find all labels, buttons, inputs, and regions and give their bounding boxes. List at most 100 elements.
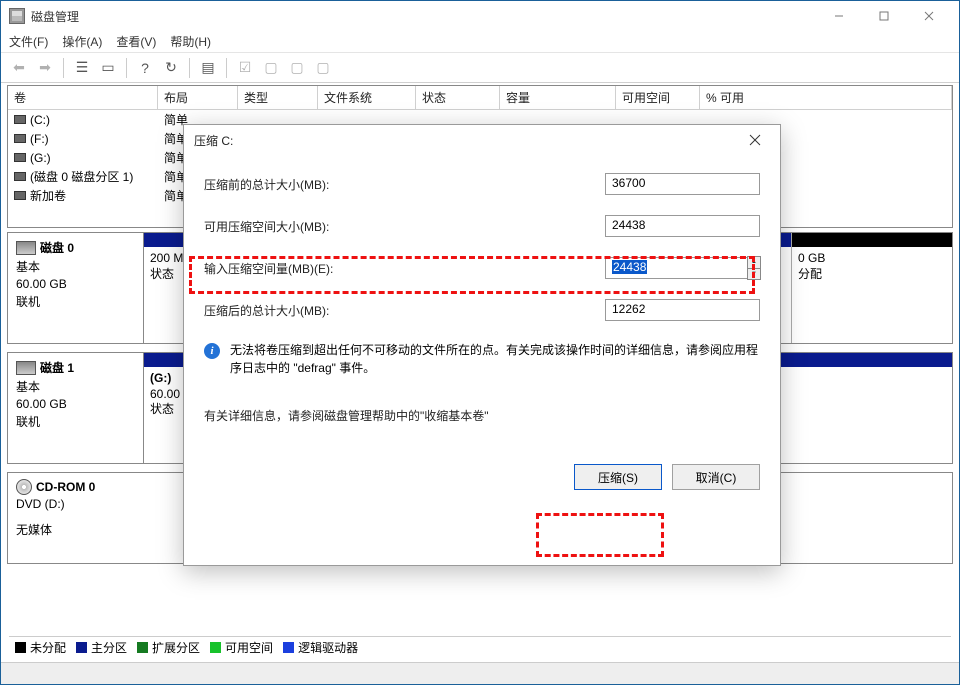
menu-help[interactable]: 帮助(H) [170,33,211,50]
volume-name: (磁盘 0 磁盘分区 1) [30,168,133,185]
volume-icon [14,115,26,124]
refresh-icon[interactable]: ↻ [161,58,181,78]
col-status[interactable]: 状态 [416,86,500,110]
help-text: 有关详细信息，请参阅磁盘管理帮助中的"收缩基本卷" [204,407,760,424]
swatch-logical [283,642,294,653]
disk-info: CD-ROM 0 DVD (D:) 无媒体 [8,473,144,563]
volume-name: (C:) [30,113,50,127]
shrink-dialog: 压缩 C: 压缩前的总计大小(MB): 36700 可用压缩空间大小(MB): … [183,124,781,566]
shrink-amount-value: 24438 [612,260,647,274]
after-size-label: 压缩后的总计大小(MB): [204,302,605,319]
partition-unallocated[interactable]: 0 GB分配 [792,233,952,343]
volume-name: (G:) [30,151,51,165]
disk-title: 磁盘 1 [40,359,74,376]
tool-icon[interactable]: ▢ [287,58,307,78]
volume-icon [14,134,26,143]
swatch-unallocated [15,642,26,653]
back-icon[interactable]: ⬅ [9,58,29,78]
status-bar [1,662,959,684]
volume-name: (F:) [30,132,49,146]
separator [226,58,227,78]
view-bottom-icon[interactable]: ▭ [98,58,118,78]
disk-icon [16,241,36,255]
disk-state: 无媒体 [16,521,136,538]
spin-down-icon[interactable]: ▼ [748,269,760,280]
swatch-extended [137,642,148,653]
window-title: 磁盘管理 [31,8,816,25]
partition-name: (G:) [150,371,171,385]
legend-label: 逻辑驱动器 [298,639,358,656]
volume-list-header: 卷 布局 类型 文件系统 状态 容量 可用空间 % 可用 [8,86,952,110]
dialog-titlebar: 压缩 C: [184,125,780,155]
tool-icon[interactable]: ☑ [235,58,255,78]
col-fs[interactable]: 文件系统 [318,86,416,110]
toolbar: ⬅ ➡ ☰ ▭ ? ↻ ▤ ☑ ▢ ▢ ▢ [1,53,959,83]
partition-size: 0 GB [798,251,946,267]
info-text: 无法将卷压缩到超出任何不可移动的文件所在的点。有关完成该操作时间的详细信息，请参… [230,341,760,377]
disk-state: 联机 [16,293,135,310]
partition-status: 状态 [150,267,185,283]
col-pct[interactable]: % 可用 [700,86,952,110]
maximize-button[interactable] [861,1,906,31]
disk-title: 磁盘 0 [40,239,74,256]
menu-view[interactable]: 查看(V) [116,33,156,50]
forward-icon[interactable]: ➡ [35,58,55,78]
dialog-title: 压缩 C: [194,132,740,149]
app-icon [9,8,25,24]
info-message: i 无法将卷压缩到超出任何不可移动的文件所在的点。有关完成该操作时间的详细信息，… [204,341,760,377]
disk-sub: DVD (D:) [16,497,136,511]
col-capacity[interactable]: 容量 [500,86,616,110]
titlebar: 磁盘管理 [1,1,959,31]
disk-type: 基本 [16,378,135,395]
disk-info: 磁盘 1 基本 60.00 GB 联机 [8,353,144,463]
partition-size: 200 M [150,251,185,267]
disk-title: CD-ROM 0 [36,480,95,494]
col-volume[interactable]: 卷 [8,86,158,110]
volume-icon [14,153,26,162]
tool-icon[interactable]: ▢ [313,58,333,78]
col-type[interactable]: 类型 [238,86,318,110]
volume-icon [14,172,26,181]
tool-icon[interactable]: ▢ [261,58,281,78]
legend-label: 主分区 [91,639,127,656]
cancel-button[interactable]: 取消(C) [672,464,760,490]
partition-status: 状态 [150,402,185,418]
disk-type: 基本 [16,258,135,275]
swatch-free [210,642,221,653]
settings-icon[interactable]: ▤ [198,58,218,78]
menu-action[interactable]: 操作(A) [62,33,102,50]
disk-info: 磁盘 0 基本 60.00 GB 联机 [8,233,144,343]
after-size-value: 12262 [605,299,760,321]
partition-size: 60.00 [150,387,185,403]
view-top-icon[interactable]: ☰ [72,58,92,78]
shrink-amount-input[interactable]: 24438 ▲▼ [605,257,760,279]
legend-label: 未分配 [30,639,66,656]
col-free[interactable]: 可用空间 [616,86,700,110]
help-icon[interactable]: ? [135,58,155,78]
col-layout[interactable]: 布局 [158,86,238,110]
disk-size: 60.00 GB [16,277,135,291]
disk-size: 60.00 GB [16,397,135,411]
disk-icon [16,361,36,375]
separator [189,58,190,78]
separator [63,58,64,78]
shrink-button[interactable]: 压缩(S) [574,464,662,490]
legend-label: 扩展分区 [152,639,200,656]
minimize-button[interactable] [816,1,861,31]
partition-status: 分配 [798,267,946,283]
before-size-value: 36700 [605,173,760,195]
spinner-buttons[interactable]: ▲▼ [747,256,761,280]
legend: 未分配 主分区 扩展分区 可用空间 逻辑驱动器 [9,636,951,658]
dialog-close-button[interactable] [740,125,770,155]
close-button[interactable] [906,1,951,31]
info-icon: i [204,343,220,359]
volume-icon [14,191,26,200]
menu-file[interactable]: 文件(F) [9,33,48,50]
legend-label: 可用空间 [225,639,273,656]
spin-up-icon[interactable]: ▲ [748,257,760,269]
separator [126,58,127,78]
dialog-body: 压缩前的总计大小(MB): 36700 可用压缩空间大小(MB): 24438 … [184,155,780,502]
before-size-label: 压缩前的总计大小(MB): [204,176,605,193]
disk-state: 联机 [16,413,135,430]
available-shrink-label: 可用压缩空间大小(MB): [204,218,605,235]
